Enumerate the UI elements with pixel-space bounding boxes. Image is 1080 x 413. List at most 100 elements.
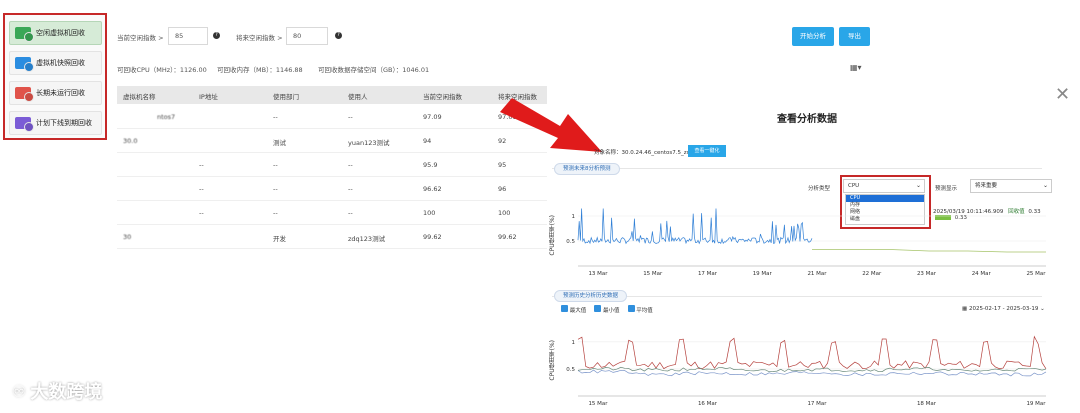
history-legend: 最大值 最小值 平均值 — [561, 305, 653, 314]
sidebar-item-label: 计划下线到期回收 — [36, 119, 92, 127]
date-range-picker[interactable]: ▦ 2025-02-17 - 2025-03-19 ⌄ — [962, 306, 1045, 312]
sidebar-item-snapshot[interactable]: 虚拟机快照回收 — [9, 51, 102, 75]
y-tick-label: 1 — [572, 340, 576, 346]
cell: -- — [273, 185, 278, 193]
modal-title: 查看分析数据 — [777, 114, 837, 125]
x-tick-label: 15 Mar — [588, 401, 608, 407]
series-line-cpu-history — [577, 208, 813, 245]
section-prediction-tab[interactable]: 预测未来8分析预测 — [554, 163, 620, 175]
x-tick-label: 22 Mar — [862, 271, 882, 277]
x-tick-label: 13 Mar — [588, 271, 608, 277]
col-ip[interactable]: IP地址 — [199, 91, 218, 101]
chart1-ylabel: CPU使用率(%) — [549, 215, 556, 256]
cell: 94 — [423, 137, 432, 145]
x-tick-label: 19 Mar — [1026, 401, 1046, 407]
x-tick-label: 25 Mar — [1026, 271, 1046, 277]
cell: -- — [273, 113, 278, 121]
current-idle-label: 当前空闲指数 > — [117, 34, 164, 42]
y-tick-label: 0.5 — [566, 239, 575, 245]
table-row[interactable]: 30 开发 zdq123测试 99.62 99.62 — [117, 225, 547, 249]
checkbox-icon — [627, 305, 635, 312]
x-tick-label: 19 Mar — [753, 271, 773, 277]
section-history-tab[interactable]: 预测历史分析历史数据 — [554, 290, 628, 302]
checkbox-icon — [561, 305, 568, 312]
date-range-value: 2025-02-17 - 2025-03-19 — [968, 306, 1039, 312]
future-idle-input[interactable]: 80 — [286, 27, 328, 45]
watermark-logo-icon: ♾ — [12, 381, 27, 401]
sidebar-item-label: 虚拟机快照回收 — [36, 59, 85, 67]
legend-avg-label: 平均值 — [636, 308, 653, 314]
legend-max[interactable]: 最大值 — [561, 305, 586, 314]
cell: 开发 — [273, 235, 286, 243]
cell: 95 — [498, 161, 507, 169]
cell: 30 — [123, 233, 132, 241]
x-tick-label: 23 Mar — [917, 271, 937, 277]
cell: 100 — [498, 209, 511, 217]
object-name: 对象名称：30.0.24.46_centos7.5_zdq — [594, 150, 694, 156]
cell: 100 — [423, 209, 436, 217]
cell: 97.09 — [423, 113, 442, 121]
cell: -- — [348, 113, 353, 121]
table-row[interactable]: -- -- -- 96.62 96 — [117, 177, 547, 201]
help-icon[interactable]: ? — [335, 32, 342, 39]
chart2-ylabel: CPU使用率(%) — [549, 340, 556, 381]
cell: 96 — [498, 185, 507, 193]
prediction-display-select[interactable]: 将来重要 ⌄ — [970, 179, 1052, 193]
sidebar-item-idle-vm[interactable]: 空闲虚拟机回收 — [9, 21, 102, 45]
red-arrow-icon — [500, 98, 602, 152]
sidebar-item-scheduled[interactable]: 计划下线到期回收 — [9, 111, 102, 135]
table-row[interactable]: -- -- -- 100 100 — [117, 201, 547, 225]
schedule-purple-icon — [15, 117, 31, 129]
cell: ntos7 — [157, 113, 176, 121]
cell: -- — [199, 209, 204, 217]
col-vm-name[interactable]: 虚拟机名称 — [123, 91, 156, 101]
col-current-idle[interactable]: 当前空闲指数 — [423, 91, 462, 101]
calendar-icon: ▦ — [962, 306, 968, 312]
export-button[interactable]: 导出 — [839, 27, 870, 46]
prediction-display-label: 预测显示 — [935, 186, 958, 192]
watermark: ♾ 大数跨境 — [12, 378, 102, 404]
sidebar-item-label: 长期未运行回收 — [36, 89, 85, 97]
x-tick-label: 17 Mar — [698, 271, 718, 277]
col-user[interactable]: 使用人 — [348, 91, 368, 101]
legend-avg[interactable]: 平均值 — [627, 305, 653, 314]
cell: -- — [348, 185, 353, 193]
view-button[interactable]: 查看一键化 — [688, 145, 726, 157]
snapshot-blue-icon — [15, 57, 31, 69]
current-idle-input[interactable]: 85 — [168, 27, 208, 45]
analysis-type-label: 分析类型 — [808, 186, 831, 192]
cell: 测试 — [273, 139, 286, 147]
cell: 99.62 — [423, 233, 442, 241]
y-tick-label: 1 — [572, 214, 576, 220]
chevron-down-icon: ⌄ — [1042, 182, 1048, 189]
series-line-cpu-prediction — [812, 249, 1046, 253]
column-toggle-icon[interactable]: ▦▾ — [850, 63, 862, 72]
cell: -- — [273, 161, 278, 169]
prediction-chart[interactable]: 0.5 1 13 Mar 15 Mar 17 Mar 19 Mar 21 Mar 22 Mar… — [560, 200, 1050, 280]
table-row[interactable]: ntos7 -- -- 97.09 97.09 — [117, 105, 547, 129]
legend-min-label: 最小值 — [603, 308, 620, 314]
cell: -- — [348, 209, 353, 217]
table-row[interactable]: 30.0 测试 yuan123测试 94 92 — [117, 129, 547, 153]
cell: zdq123测试 — [348, 235, 386, 243]
cpu-summary: 可回收CPU（MHz）：1126.00 — [117, 66, 207, 74]
recycle-type-sidebar: 空闲虚拟机回收 虚拟机快照回收 长期未运行回收 计划下线到期回收 — [3, 13, 107, 140]
col-dept[interactable]: 使用部门 — [273, 91, 299, 101]
chevron-down-icon: ⌄ — [1040, 306, 1045, 312]
legend-min[interactable]: 最小值 — [594, 305, 620, 314]
cell: yuan123测试 — [348, 139, 390, 147]
help-icon[interactable]: ? — [213, 32, 220, 39]
table-row[interactable]: -- -- -- 95.9 95 — [117, 153, 547, 177]
x-tick-label: 15 Mar — [643, 271, 663, 277]
table-header: 虚拟机名称 IP地址 使用部门 使用人 当前空闲指数 将来空闲指数 — [117, 86, 547, 104]
cell: 95.9 — [423, 161, 438, 169]
start-analysis-button[interactable]: 开始分析 — [792, 27, 834, 46]
cell: -- — [273, 209, 278, 217]
history-chart[interactable]: 0.5 1 15 Mar 16 Mar 17 Mar 18 Mar 19 Mar — [560, 325, 1050, 410]
x-tick-label: 24 Mar — [972, 271, 992, 277]
sidebar-item-long-idle[interactable]: 长期未运行回收 — [9, 81, 102, 105]
vm-recycle-green-icon — [15, 27, 31, 39]
close-icon[interactable]: ✕ — [1055, 86, 1070, 104]
storage-summary: 可回收数据存储空间（GB）：1046.01 — [318, 66, 430, 74]
memory-summary: 可回收内存（MB）：1146.88 — [217, 66, 303, 74]
